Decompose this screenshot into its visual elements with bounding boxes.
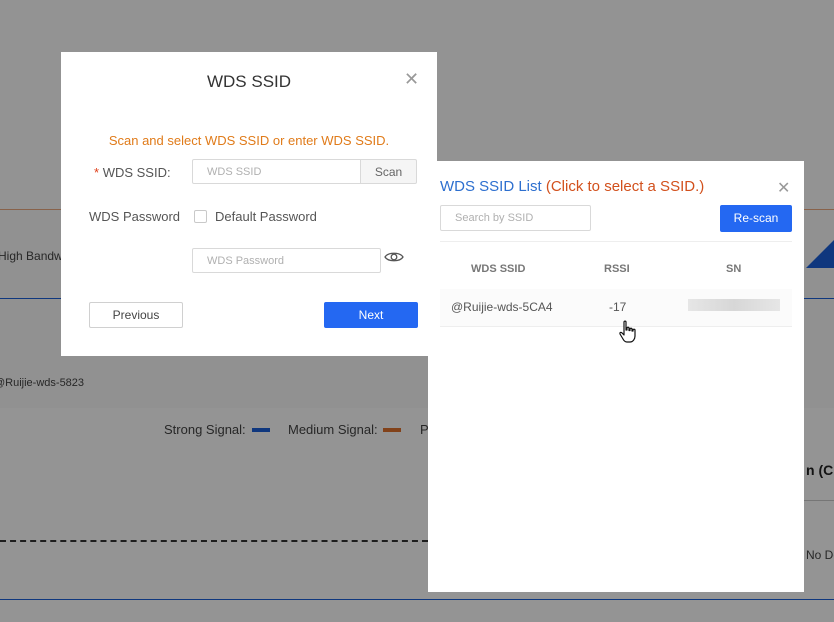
close-icon[interactable]: ✕ — [777, 181, 790, 197]
default-password-label[interactable]: Default Password — [215, 209, 317, 224]
ssid-list-title-hint: (Click to select a SSID.) — [545, 178, 705, 195]
column-header-sn: SN — [726, 263, 742, 275]
close-icon[interactable]: ✕ — [404, 70, 419, 88]
row-ssid-cell[interactable]: @Ruijie-wds-5CA4 — [451, 300, 553, 314]
ssid-list-title-text: WDS SSID List — [440, 178, 542, 195]
ssid-list-title: WDS SSID List (Click to select a SSID.) — [440, 178, 704, 195]
table-top-divider — [440, 241, 792, 242]
wds-ssid-dialog: WDS SSID ✕ Scan and select WDS SSID or e… — [61, 52, 437, 356]
row-sn-cell-redacted[interactable] — [688, 299, 780, 311]
password-label: WDS Password — [89, 209, 181, 224]
rescan-button[interactable]: Re-scan — [720, 205, 792, 232]
dialog-title: WDS SSID — [206, 72, 292, 91]
ssid-label: * WDS SSID: — [94, 165, 171, 180]
required-mark: * — [94, 165, 100, 180]
ssid-search-input[interactable]: Search by SSID — [440, 205, 591, 231]
column-header-ssid: WDS SSID — [471, 263, 526, 275]
default-password-checkbox[interactable] — [194, 210, 207, 223]
row-rssi-cell[interactable]: -17 — [609, 300, 626, 314]
hand-cursor-icon — [618, 320, 638, 349]
ssid-label-text: WDS SSID: — [102, 165, 171, 180]
scan-hint: Scan and select WDS SSID or enter WDS SS… — [108, 133, 390, 148]
ssid-input[interactable]: WDS SSID — [192, 159, 361, 184]
password-input[interactable]: WDS Password — [192, 248, 381, 273]
previous-button[interactable]: Previous — [89, 302, 183, 328]
next-button[interactable]: Next — [324, 302, 418, 328]
ssid-list-dialog: WDS SSID List (Click to select a SSID.) … — [428, 161, 804, 592]
column-header-rssi: RSSI — [604, 263, 630, 275]
eye-icon[interactable] — [384, 249, 404, 270]
scan-button[interactable]: Scan — [361, 159, 417, 184]
